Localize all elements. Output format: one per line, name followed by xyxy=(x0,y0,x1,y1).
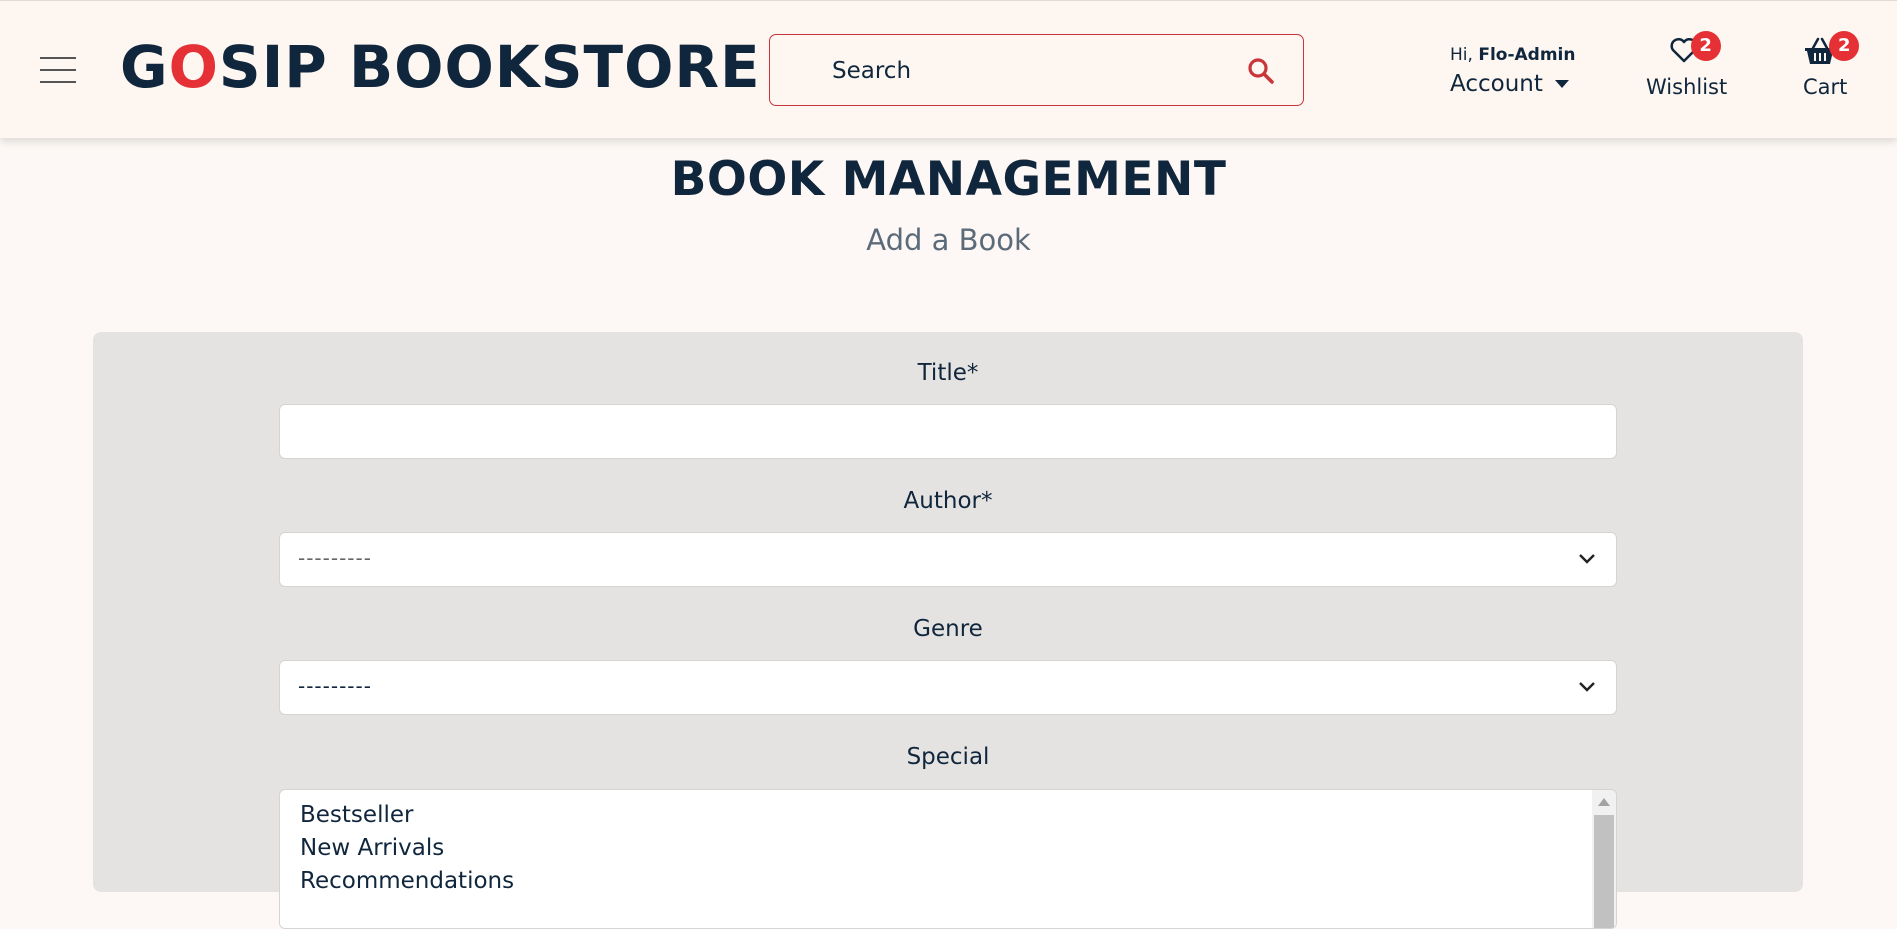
menu-icon[interactable] xyxy=(40,55,76,85)
logo-letter-g: G xyxy=(120,33,169,101)
genre-selected-value: --------- xyxy=(298,674,372,698)
scroll-up-icon[interactable] xyxy=(1598,798,1610,806)
genre-select[interactable]: --------- xyxy=(279,660,1617,715)
account-greeting: Hi, Flo-Admin xyxy=(1450,45,1575,65)
account-dropdown[interactable]: Account xyxy=(1450,71,1575,97)
cart-count-badge: 2 xyxy=(1829,31,1860,61)
title-input[interactable] xyxy=(280,405,1616,458)
account-label: Account xyxy=(1450,71,1543,97)
special-label: Special xyxy=(906,744,990,770)
caret-down-icon xyxy=(1554,80,1569,88)
author-select[interactable]: --------- xyxy=(279,532,1617,587)
chevron-down-icon xyxy=(1579,554,1595,564)
cart-link[interactable]: 2 Cart xyxy=(1803,31,1860,99)
special-option[interactable]: Bestseller xyxy=(300,802,413,828)
search-box xyxy=(769,34,1304,106)
username: Flo-Admin xyxy=(1478,45,1576,65)
site-logo[interactable]: GOSIP BOOKSTORE xyxy=(120,31,761,103)
wishlist-label: Wishlist xyxy=(1646,75,1728,99)
special-multiselect[interactable]: Bestseller New Arrivals Recommendations xyxy=(279,789,1617,929)
genre-label: Genre xyxy=(913,616,983,642)
special-option[interactable]: New Arrivals xyxy=(300,835,444,861)
site-header: GOSIP BOOKSTORE Hi, Flo-Admin Account 2 … xyxy=(0,0,1897,138)
author-selected-value: --------- xyxy=(298,546,372,570)
chevron-down-icon xyxy=(1579,682,1595,692)
add-book-form: Title* Author* --------- Genre ---------… xyxy=(93,332,1803,929)
page-subtitle: Add a Book xyxy=(866,223,1031,257)
logo-text: SIP BOOKSTORE xyxy=(218,33,761,101)
scrollbar-thumb[interactable] xyxy=(1594,815,1614,928)
wishlist-link[interactable]: 2 Wishlist xyxy=(1646,31,1727,99)
greeting-text: Hi, xyxy=(1450,45,1479,65)
search-input[interactable] xyxy=(830,49,1234,93)
special-option[interactable]: Recommendations xyxy=(300,868,514,894)
search-icon[interactable] xyxy=(1247,57,1275,85)
logo-letter-o: O xyxy=(168,33,219,101)
author-label: Author* xyxy=(903,488,993,514)
wishlist-count-badge: 2 xyxy=(1690,31,1721,61)
page-title: BOOK MANAGEMENT xyxy=(670,152,1227,207)
scrollbar[interactable] xyxy=(1592,790,1616,928)
title-label: Title* xyxy=(917,360,979,386)
cart-label: Cart xyxy=(1803,75,1848,99)
title-field-wrapper xyxy=(279,404,1617,459)
account-menu: Hi, Flo-Admin Account xyxy=(1450,45,1575,97)
